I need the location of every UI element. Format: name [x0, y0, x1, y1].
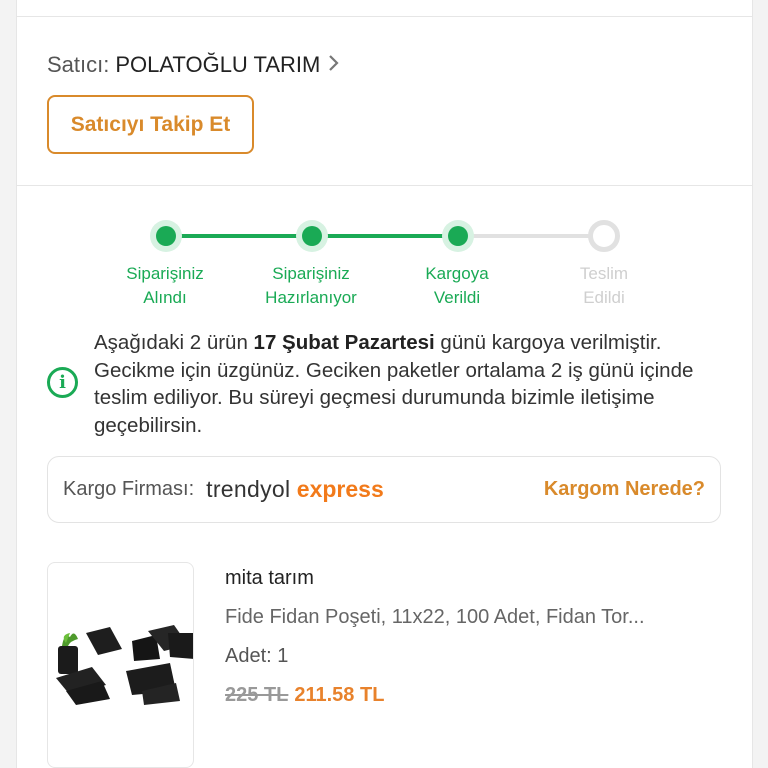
- step-label-received: Siparişiniz Alındı: [126, 264, 204, 307]
- chevron-right-icon: [328, 52, 340, 78]
- seller-name: POLATOĞLU TARIM: [115, 52, 321, 77]
- step-dot-received: [150, 220, 182, 252]
- divider: [16, 16, 753, 17]
- progress-line-done: [312, 234, 458, 238]
- track-cargo-link[interactable]: Kargom Nerede?: [544, 478, 705, 501]
- progress-line-pending: [458, 234, 604, 238]
- product-image[interactable]: [47, 562, 194, 768]
- step-dot-shipped: [442, 220, 474, 252]
- new-price: 211.58 TL: [294, 684, 385, 706]
- old-price: 225 TL: [225, 684, 289, 706]
- store-name: mita tarım: [225, 567, 314, 589]
- progress-line-done: [166, 234, 312, 238]
- step-dot-delivered: [588, 220, 620, 252]
- step-label-shipped: Kargoya Verildi: [425, 264, 489, 307]
- product-quantity: Adet: 1: [225, 645, 289, 667]
- product-name[interactable]: Fide Fidan Poşeti, 11x22, 100 Adet, Fida…: [225, 606, 725, 629]
- cargo-brand-logo: trendyol express: [206, 476, 384, 502]
- follow-seller-button[interactable]: Satıcıyı Takip Et: [47, 95, 254, 154]
- step-dot-preparing: [296, 220, 328, 252]
- cargo-label: Kargo Firması:: [63, 478, 195, 500]
- seller-link[interactable]: Satıcı: POLATOĞLU TARIM: [47, 52, 340, 78]
- seller-prefix: Satıcı:: [47, 52, 110, 77]
- product-price: 225 TL 211.58 TL: [225, 684, 384, 707]
- divider: [16, 185, 753, 186]
- cargo-info-box: Kargo Firması: trendyol express Kargom N…: [47, 456, 721, 523]
- shipping-notice: Aşağıdaki 2 ürün 17 Şubat Pazartesi günü…: [94, 331, 694, 437]
- step-label-preparing: Siparişiniz Hazırlanıyor: [265, 264, 357, 307]
- info-icon: i: [47, 367, 78, 398]
- step-label-delivered: Teslim Edildi: [579, 264, 629, 307]
